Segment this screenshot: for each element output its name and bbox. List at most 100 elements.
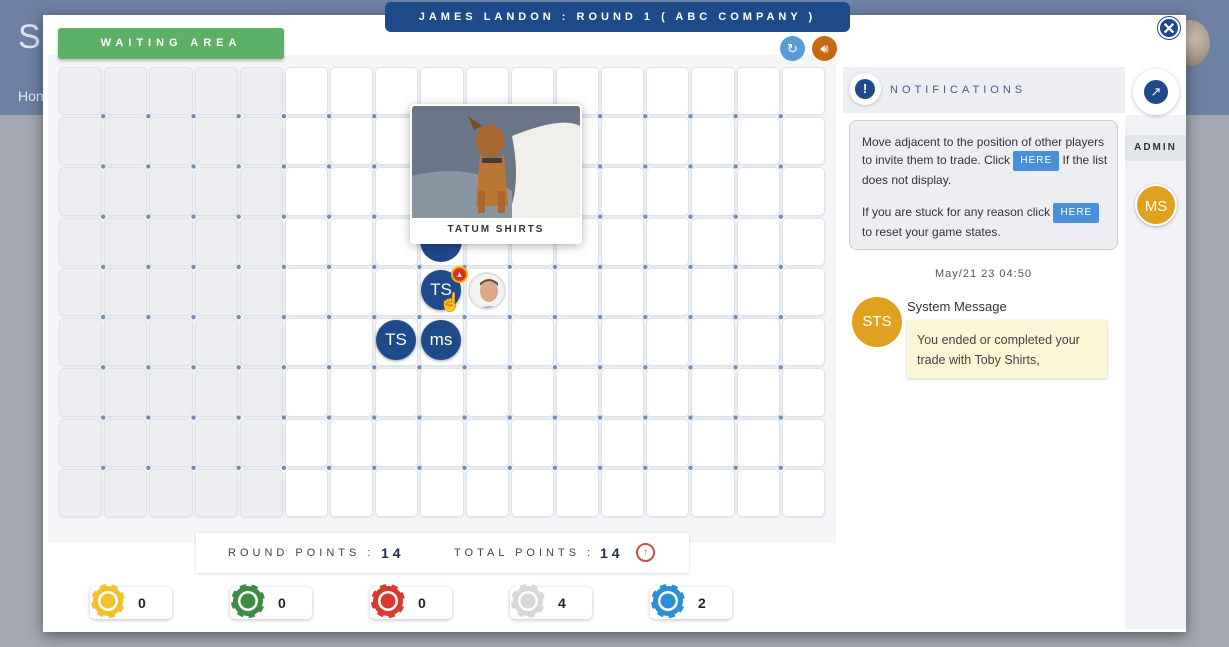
board-cell[interactable] — [555, 368, 600, 417]
board-cell[interactable] — [601, 167, 645, 216]
board-cell[interactable] — [781, 217, 825, 266]
board-cell[interactable] — [330, 117, 374, 166]
board-cell[interactable] — [601, 418, 645, 467]
board-cell[interactable] — [781, 267, 825, 317]
board-cell[interactable] — [691, 318, 735, 367]
player-token-ts-2[interactable]: TS — [376, 320, 416, 360]
chart-trend-button[interactable]: ↗ — [1133, 69, 1179, 115]
board-cell[interactable] — [691, 418, 735, 467]
board-cell[interactable] — [465, 368, 509, 417]
board-cell[interactable] — [781, 368, 825, 417]
board-cell[interactable] — [510, 368, 554, 417]
board-cell[interactable] — [601, 468, 645, 517]
board-cell[interactable] — [375, 468, 419, 517]
board-cell[interactable] — [646, 468, 690, 517]
board-cell[interactable] — [555, 468, 600, 517]
board-cell[interactable] — [601, 267, 645, 317]
board-cell[interactable] — [736, 468, 780, 517]
player-photo-token[interactable] — [468, 272, 506, 310]
board-cell[interactable] — [736, 167, 780, 216]
waiting-area-button[interactable]: WAITING AREA — [58, 28, 284, 59]
board-cell[interactable] — [781, 167, 825, 216]
board-cell[interactable] — [736, 418, 780, 467]
board-cell[interactable] — [420, 418, 464, 467]
board-cell[interactable] — [420, 368, 464, 417]
board-cell[interactable] — [736, 318, 780, 367]
board-cell[interactable] — [284, 318, 329, 367]
board-cell[interactable] — [375, 368, 419, 417]
board-cell[interactable] — [330, 418, 374, 467]
bell-icon[interactable]: ▲ — [451, 266, 468, 283]
board-cell[interactable] — [646, 117, 690, 166]
board-cell[interactable] — [465, 418, 509, 467]
arrow-up-icon[interactable]: ↑ — [636, 543, 655, 562]
board-cell[interactable] — [465, 468, 509, 517]
board-cell[interactable] — [284, 468, 329, 517]
board-cell[interactable] — [691, 267, 735, 317]
board-cell[interactable] — [330, 267, 374, 317]
board-cell[interactable] — [601, 217, 645, 266]
board-cell[interactable] — [646, 418, 690, 467]
board-cell[interactable] — [781, 468, 825, 517]
board-cell[interactable] — [736, 67, 780, 116]
refresh-icon[interactable]: ↻ — [780, 36, 805, 61]
board-cell[interactable] — [510, 468, 554, 517]
board-cell[interactable] — [691, 217, 735, 266]
board-cell[interactable] — [510, 418, 554, 467]
board-cell[interactable] — [646, 368, 690, 417]
board-cell[interactable] — [510, 267, 554, 317]
board-cell[interactable] — [375, 267, 419, 317]
board-cell[interactable] — [781, 67, 825, 116]
player-token-ms[interactable]: ms — [421, 320, 461, 360]
board-cell[interactable] — [646, 217, 690, 266]
board-cell[interactable] — [284, 67, 329, 116]
board-cell[interactable] — [601, 368, 645, 417]
board-cell[interactable] — [691, 117, 735, 166]
board-cell[interactable] — [284, 117, 329, 166]
admin-avatar[interactable]: MS — [1135, 184, 1177, 226]
chip-counter[interactable]: 2 — [649, 582, 732, 620]
close-button[interactable]: ✕ — [1158, 17, 1180, 39]
chip-counter[interactable]: 0 — [229, 582, 312, 620]
board-cell[interactable] — [330, 167, 374, 216]
board-cell[interactable] — [781, 117, 825, 166]
board-cell[interactable] — [330, 368, 374, 417]
board-cell[interactable] — [284, 418, 329, 467]
board-cell[interactable] — [601, 117, 645, 166]
board-cell[interactable] — [284, 167, 329, 216]
chip-counter[interactable]: 4 — [509, 582, 592, 620]
here-button-reset[interactable]: HERE — [1053, 203, 1100, 223]
speaker-icon[interactable]: 🔊︎ — [812, 36, 837, 61]
board-cell[interactable] — [691, 67, 735, 116]
board-cell[interactable] — [330, 318, 374, 367]
board-cell[interactable] — [736, 217, 780, 266]
board-cell[interactable] — [691, 468, 735, 517]
board-cell[interactable] — [555, 318, 600, 367]
board-cell[interactable] — [284, 217, 329, 266]
board-cell[interactable] — [601, 67, 645, 116]
here-button-list[interactable]: HERE — [1013, 151, 1060, 171]
board-cell[interactable] — [555, 418, 600, 467]
board-cell[interactable] — [781, 418, 825, 467]
board-cell[interactable] — [736, 267, 780, 317]
board-cell[interactable] — [375, 418, 419, 467]
board-cell[interactable] — [284, 368, 329, 417]
board-cell[interactable] — [736, 117, 780, 166]
board-cell[interactable] — [330, 468, 374, 517]
chip-counter[interactable]: 0 — [89, 582, 172, 620]
board-cell[interactable] — [646, 267, 690, 317]
board-cell[interactable] — [330, 67, 374, 116]
board-cell[interactable] — [781, 318, 825, 367]
board-cell[interactable] — [646, 67, 690, 116]
chip-counter[interactable]: 0 — [369, 582, 452, 620]
board-cell[interactable] — [691, 368, 735, 417]
board-cell[interactable] — [284, 267, 329, 317]
board-cell[interactable] — [646, 318, 690, 367]
board-cell[interactable] — [510, 318, 554, 367]
board-cell[interactable] — [691, 167, 735, 216]
board-cell[interactable] — [555, 267, 600, 317]
board-cell[interactable] — [420, 468, 464, 517]
board-cell[interactable] — [736, 368, 780, 417]
board-cell[interactable] — [465, 318, 509, 367]
board-cell[interactable] — [646, 167, 690, 216]
